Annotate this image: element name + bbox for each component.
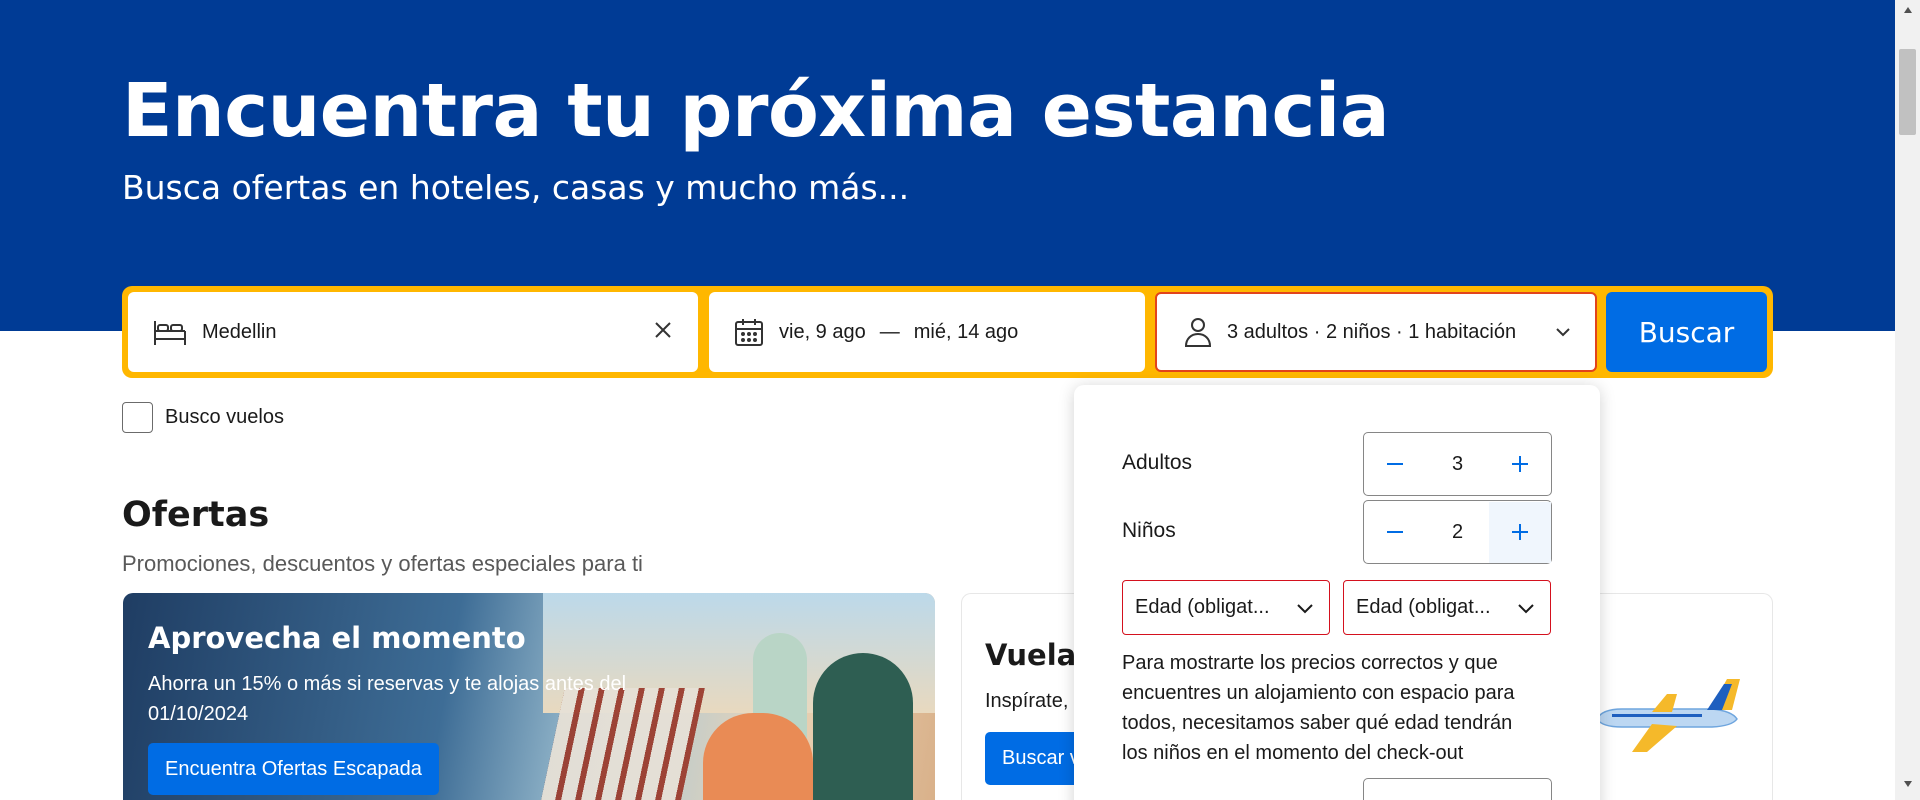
flights-checkbox-label[interactable]: Busco vuelos <box>165 406 284 429</box>
page-scrollbar[interactable] <box>1895 0 1920 800</box>
find-getaway-deals-button[interactable]: Encuentra Ofertas Escapada <box>148 743 439 795</box>
checkout-date[interactable]: mié, 14 ago <box>914 321 1019 344</box>
chevron-down-icon[interactable] <box>1553 322 1573 342</box>
search-button[interactable]: Buscar <box>1606 292 1767 372</box>
adults-label: Adultos <box>1122 451 1193 474</box>
chevron-down-icon <box>1295 598 1315 624</box>
hero-title: Encuentra tu próxima estancia <box>122 68 1390 154</box>
date-separator: — <box>879 320 900 343</box>
offers-subtitle: Promociones, descuentos y ofertas especi… <box>122 551 643 576</box>
children-decrement-button[interactable] <box>1364 502 1426 563</box>
child-age-select-value: Edad (obligat... <box>1356 596 1491 618</box>
offer-card-title: Vuela <box>985 638 1077 672</box>
children-label: Niños <box>1122 519 1176 542</box>
offer-card-escapada[interactable]: Aprovecha el momento Ahorra un 15% o más… <box>123 593 935 800</box>
dates-field[interactable]: vie, 9 ago — mié, 14 ago <box>709 292 1145 372</box>
person-image <box>813 653 913 800</box>
hero-subtitle: Busca ofertas en hoteles, casas y mucho … <box>122 168 910 207</box>
destination-value[interactable]: Medellin <box>202 321 276 344</box>
scroll-down-arrow-icon[interactable] <box>1895 780 1920 794</box>
flights-option[interactable]: Busco vuelos <box>122 402 284 433</box>
person-icon <box>1183 316 1213 348</box>
guests-field[interactable]: 3 adultos · 2 niños · 1 habitación <box>1155 292 1597 372</box>
adults-count: 3 <box>1451 452 1464 475</box>
children-count: 2 <box>1451 520 1464 543</box>
destination-field[interactable]: Medellin <box>128 292 698 372</box>
scrollbar-thumb[interactable] <box>1899 49 1916 135</box>
checkin-date[interactable]: vie, 9 ago <box>779 321 866 344</box>
hero-banner: Encuentra tu próxima estancia Busca ofer… <box>0 0 1895 331</box>
search-bar: Medellin vie, 9 ago — mié, 14 ago 3 adul… <box>122 286 1773 378</box>
person-image <box>703 713 813 800</box>
offer-card-text: Ahorra un 15% o más si reservas y te alo… <box>148 673 627 725</box>
offer-card-title: Aprovecha el momento <box>148 621 526 655</box>
child-age-select-value: Edad (obligat... <box>1135 596 1270 618</box>
guests-popup: Adultos 3 Niños 2 Edad (obligat... Edad … <box>1074 385 1600 800</box>
children-increment-button[interactable] <box>1489 501 1551 563</box>
adults-increment-button[interactable] <box>1489 434 1551 495</box>
chevron-down-icon <box>1516 598 1536 624</box>
airplane-icon <box>1592 674 1742 759</box>
children-age-note: Para mostrarte los precios correctos y q… <box>1122 652 1515 764</box>
flights-checkbox[interactable] <box>122 402 153 433</box>
scroll-up-arrow-icon[interactable] <box>1895 6 1920 20</box>
adults-stepper: 3 <box>1363 432 1552 496</box>
offer-card-text: Inspírate, <box>985 690 1069 712</box>
guests-summary[interactable]: 3 adultos · 2 niños · 1 habitación <box>1227 321 1516 344</box>
child-age-select-2[interactable]: Edad (obligat... <box>1343 580 1551 635</box>
adults-decrement-button[interactable] <box>1364 434 1426 495</box>
close-icon[interactable] <box>652 319 674 341</box>
child-age-select-1[interactable]: Edad (obligat... <box>1122 580 1330 635</box>
children-stepper: 2 <box>1363 500 1552 564</box>
rooms-stepper[interactable] <box>1363 778 1552 800</box>
calendar-icon <box>733 316 765 348</box>
bed-icon <box>152 317 188 347</box>
offers-title: Ofertas <box>122 495 270 535</box>
